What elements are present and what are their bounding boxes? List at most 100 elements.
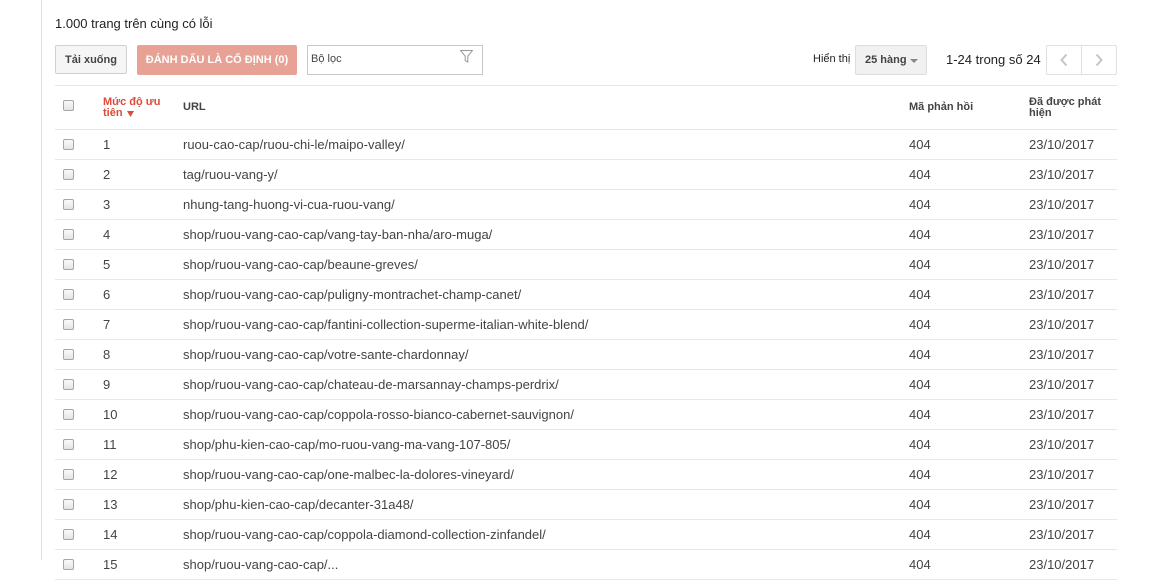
row-url[interactable]: shop/phu-kien-cao-cap/mo-ruou-vang-ma-va…: [183, 437, 510, 452]
column-header-url[interactable]: URL: [183, 102, 206, 113]
table-header: Mức độ ưu tiên URL Mã phản hồi Đã được p…: [55, 86, 1117, 130]
row-response-code: 404: [909, 557, 931, 572]
row-priority: 11: [103, 437, 117, 452]
rows-per-page-label: Hiển thị: [813, 53, 851, 65]
next-page-button[interactable]: [1082, 46, 1116, 74]
row-detected-date: 23/10/2017: [1029, 227, 1095, 242]
row-response-code: 404: [909, 527, 931, 542]
table-row[interactable]: 4 shop/ruou-vang-cao-cap/vang-tay-ban-nha…: [55, 220, 1117, 250]
row-detected-date: 23/10/2017: [1029, 257, 1095, 272]
row-checkbox[interactable]: [63, 229, 74, 240]
row-response-code: 404: [909, 137, 931, 152]
chevron-left-icon: [1060, 53, 1068, 67]
row-checkbox[interactable]: [63, 379, 74, 390]
table-row[interactable]: 15 shop/ruou-vang-cao-cap/... 404 23/10/201…: [55, 550, 1117, 580]
row-checkbox[interactable]: [63, 529, 74, 540]
row-detected-date: 23/10/2017: [1029, 557, 1095, 572]
row-url[interactable]: shop/phu-kien-cao-cap/decanter-31a48/: [183, 497, 414, 512]
row-detected-date: 23/10/2017: [1029, 497, 1095, 512]
column-header-detected[interactable]: Đã được phát hiện: [1029, 97, 1107, 119]
row-response-code: 404: [909, 467, 931, 482]
row-response-code: 404: [909, 377, 931, 392]
previous-page-button[interactable]: [1047, 46, 1082, 74]
row-response-code: 404: [909, 227, 931, 242]
row-priority: 10: [103, 407, 118, 422]
row-url[interactable]: shop/ruou-vang-cao-cap/...: [183, 557, 338, 572]
table-row[interactable]: 7 shop/ruou-vang-cao-cap/fantini-collecti…: [55, 310, 1117, 340]
row-checkbox[interactable]: [63, 499, 74, 510]
row-detected-date: 23/10/2017: [1029, 137, 1095, 152]
rows-per-page-select[interactable]: 25 hàng: [855, 45, 927, 75]
chevron-right-icon: [1095, 53, 1103, 67]
row-checkbox[interactable]: [63, 559, 74, 570]
row-checkbox[interactable]: [63, 259, 74, 270]
table-row[interactable]: 13 shop/phu-kien-cao-cap/decanter-31a48/4…: [55, 490, 1117, 520]
table-row[interactable]: 14 shop/ruou-vang-cao-cap/coppola-diamond…: [55, 520, 1117, 550]
row-url[interactable]: shop/ruou-vang-cao-cap/fantini-collectio…: [183, 317, 588, 332]
row-priority: 5: [103, 257, 111, 272]
row-response-code: 404: [909, 317, 931, 332]
select-all-checkbox[interactable]: [63, 100, 74, 111]
left-divider: [41, 0, 42, 560]
row-priority: 1: [103, 137, 111, 152]
table-row[interactable]: 10 shop/ruou-vang-cao-cap/coppola-rosso-b…: [55, 400, 1117, 430]
row-url[interactable]: shop/ruou-vang-cao-cap/coppola-diamond-c…: [183, 527, 546, 542]
row-priority: 15: [103, 557, 118, 572]
row-response-code: 404: [909, 197, 931, 212]
row-response-code: 404: [909, 167, 931, 182]
download-button[interactable]: Tải xuống: [55, 45, 127, 74]
toolbar: Tải xuống ĐÁNH DẤU LÀ CỐ ĐỊNH (0) Hiển t…: [55, 45, 1117, 76]
table-row[interactable]: 3 nhung-tang-huong-vi-cua-ruou-vang/404 23…: [55, 190, 1117, 220]
row-checkbox[interactable]: [63, 289, 74, 300]
row-checkbox[interactable]: [63, 169, 74, 180]
pagination-range: 1-24 trong số 24: [946, 52, 1041, 67]
row-detected-date: 23/10/2017: [1029, 527, 1095, 542]
filter-box[interactable]: [307, 45, 483, 75]
table-row[interactable]: 6 shop/ruou-vang-cao-cap/puligny-montrach…: [55, 280, 1117, 310]
row-url[interactable]: shop/ruou-vang-cao-cap/one-malbec-la-dol…: [183, 467, 514, 482]
table-row[interactable]: 8 shop/ruou-vang-cao-cap/votre-sante-char…: [55, 340, 1117, 370]
row-detected-date: 23/10/2017: [1029, 377, 1095, 392]
row-checkbox[interactable]: [63, 439, 74, 450]
row-priority: 12: [103, 467, 118, 482]
row-checkbox[interactable]: [63, 139, 74, 150]
table-row[interactable]: 1 ruou-cao-cap/ruou-chi-le/maipo-valley/4…: [55, 130, 1117, 160]
table-row[interactable]: 11 shop/phu-kien-cao-cap/mo-ruou-vang-ma-…: [55, 430, 1117, 460]
row-checkbox[interactable]: [63, 409, 74, 420]
row-url[interactable]: nhung-tang-huong-vi-cua-ruou-vang/: [183, 197, 395, 212]
row-url[interactable]: shop/ruou-vang-cao-cap/coppola-rosso-bia…: [183, 407, 574, 422]
row-url[interactable]: shop/ruou-vang-cao-cap/votre-sante-chard…: [183, 347, 468, 362]
row-url[interactable]: shop/ruou-vang-cao-cap/puligny-montrache…: [183, 287, 521, 302]
row-checkbox[interactable]: [63, 469, 74, 480]
row-response-code: 404: [909, 497, 931, 512]
table-row[interactable]: 2 tag/ruou-vang-y/404 23/10/2017: [55, 160, 1117, 190]
table-row[interactable]: 5 shop/ruou-vang-cao-cap/beaune-greves/40…: [55, 250, 1117, 280]
row-url[interactable]: shop/ruou-vang-cao-cap/chateau-de-marsan…: [183, 377, 559, 392]
row-url[interactable]: shop/ruou-vang-cao-cap/beaune-greves/: [183, 257, 418, 272]
filter-funnel-icon[interactable]: [459, 50, 474, 66]
row-priority: 3: [103, 197, 111, 212]
row-url[interactable]: shop/ruou-vang-cao-cap/vang-tay-ban-nha/…: [183, 227, 492, 242]
pagination-controls: [1046, 45, 1117, 75]
row-response-code: 404: [909, 437, 931, 452]
row-checkbox[interactable]: [63, 319, 74, 330]
row-url[interactable]: ruou-cao-cap/ruou-chi-le/maipo-valley/: [183, 137, 405, 152]
row-priority: 9: [103, 377, 111, 392]
page-title: 1.000 trang trên cùng có lỗi: [55, 16, 213, 31]
row-detected-date: 23/10/2017: [1029, 317, 1095, 332]
row-detected-date: 23/10/2017: [1029, 407, 1095, 422]
filter-input[interactable]: [311, 53, 451, 65]
table-row[interactable]: 9 shop/ruou-vang-cao-cap/chateau-de-marsa…: [55, 370, 1117, 400]
column-header-response-code[interactable]: Mã phản hồi: [909, 102, 973, 113]
mark-as-fixed-button[interactable]: ĐÁNH DẤU LÀ CỐ ĐỊNH (0): [137, 45, 297, 75]
row-detected-date: 23/10/2017: [1029, 167, 1095, 182]
row-checkbox[interactable]: [63, 199, 74, 210]
row-url[interactable]: tag/ruou-vang-y/: [183, 167, 278, 182]
row-priority: 6: [103, 287, 111, 302]
row-priority: 13: [103, 497, 118, 512]
row-checkbox[interactable]: [63, 349, 74, 360]
row-response-code: 404: [909, 287, 931, 302]
column-header-priority[interactable]: Mức độ ưu tiên: [103, 97, 169, 119]
table-row[interactable]: 12 shop/ruou-vang-cao-cap/one-malbec-la-d…: [55, 460, 1117, 490]
dropdown-caret-icon: [910, 59, 918, 63]
